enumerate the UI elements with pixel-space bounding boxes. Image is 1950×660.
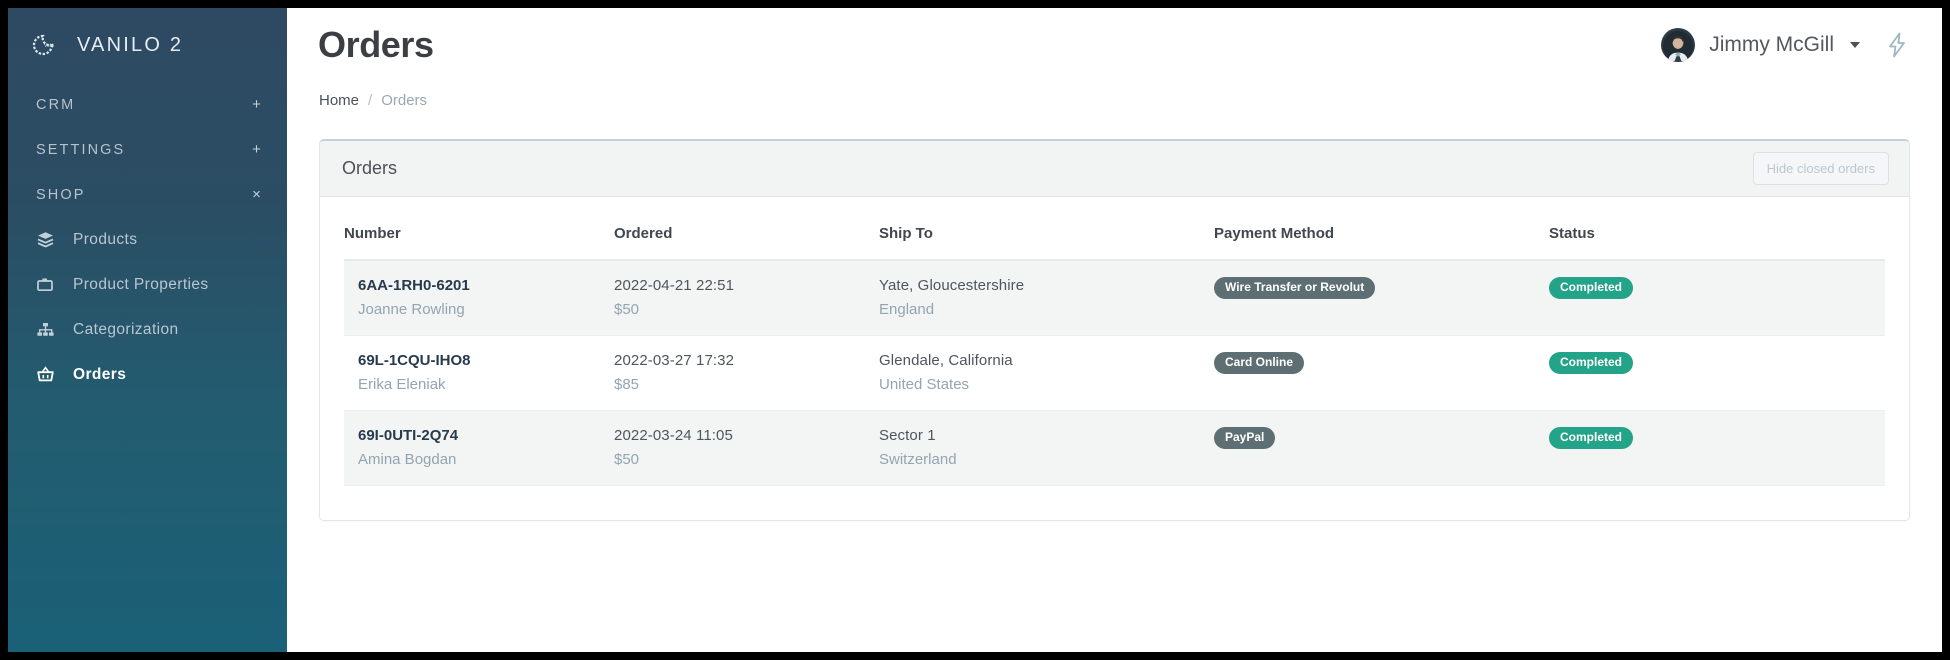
- sidebar-item-products[interactable]: Products: [8, 217, 287, 262]
- tag-folder-icon: [36, 275, 55, 294]
- status-badge: Completed: [1549, 427, 1634, 449]
- user-area: Jimmy McGill: [1661, 28, 1908, 62]
- ship-city: Sector 1: [879, 427, 936, 444]
- sidebar-group-crm[interactable]: CRM +: [8, 82, 287, 127]
- cell-payment-method: Card Online: [1214, 336, 1549, 411]
- orders-card-header: Orders Hide closed orders: [320, 141, 1909, 197]
- table-header-row: Number Ordered Ship To Payment Method St…: [344, 215, 1885, 261]
- sidebar-item-label: Categorization: [73, 320, 179, 338]
- sidebar-item-label: Orders: [73, 365, 127, 383]
- order-customer: Erika Eleniak: [358, 376, 446, 393]
- avatar: [1661, 28, 1696, 62]
- cell-number: 69L-1CQU-IHO8 Erika Eleniak: [344, 336, 614, 411]
- breadcrumb-separator: /: [368, 91, 373, 109]
- ship-country: United States: [879, 376, 970, 393]
- card-title: Orders: [342, 158, 398, 178]
- sidebar-item-label: Product Properties: [73, 275, 209, 293]
- order-amount: $50: [614, 301, 640, 318]
- orders-card: Orders Hide closed orders Number Ordered…: [319, 139, 1910, 521]
- payment-method-badge: Card Online: [1214, 352, 1305, 374]
- column-header-ordered[interactable]: Ordered: [614, 215, 879, 261]
- table-row[interactable]: 69L-1CQU-IHO8 Erika Eleniak 2022-03-27 1…: [344, 336, 1885, 411]
- sidebar-group-label: SHOP: [36, 186, 86, 203]
- plus-icon[interactable]: +: [252, 97, 263, 112]
- order-customer: Joanne Rowling: [358, 301, 465, 318]
- orders-table-head: Number Ordered Ship To Payment Method St…: [344, 215, 1885, 261]
- order-customer: Amina Bogdan: [358, 451, 457, 468]
- brand[interactable]: Veto VANILO 2: [8, 8, 287, 82]
- orders-table: Number Ordered Ship To Payment Method St…: [344, 215, 1885, 486]
- order-number-link[interactable]: 6AA-1RH0-6201: [358, 277, 614, 294]
- basket-icon: [36, 365, 55, 384]
- user-menu[interactable]: Jimmy McGill: [1661, 28, 1860, 62]
- sidebar-group-label: SETTINGS: [36, 141, 126, 158]
- page-title: Orders: [318, 24, 434, 65]
- status-badge: Completed: [1549, 277, 1634, 299]
- order-number-link[interactable]: 69I-0UTI-2Q74: [358, 427, 614, 444]
- cell-ordered: 2022-03-24 11:05 $50: [614, 411, 879, 486]
- sidebar-item-product-properties[interactable]: Product Properties: [8, 262, 287, 307]
- ship-country: Switzerland: [879, 451, 957, 468]
- sidebar: Veto VANILO 2 CRM + SETTINGS + SHOP × Pr…: [8, 8, 287, 652]
- cell-status: Completed: [1549, 411, 1885, 486]
- brand-name: VANILO 2: [77, 33, 184, 56]
- table-row[interactable]: 6AA-1RH0-6201 Joanne Rowling 2022-04-21 …: [344, 260, 1885, 336]
- sitemap-icon: [36, 320, 55, 339]
- user-avatar: [1663, 30, 1694, 61]
- order-date: 2022-04-21 22:51: [614, 277, 735, 294]
- moon-logo-icon: Veto: [30, 30, 60, 60]
- app-window: Veto VANILO 2 CRM + SETTINGS + SHOP × Pr…: [8, 8, 1942, 652]
- orders-table-body: 6AA-1RH0-6201 Joanne Rowling 2022-04-21 …: [344, 260, 1885, 486]
- hide-closed-orders-button[interactable]: Hide closed orders: [1752, 152, 1889, 185]
- ship-country: England: [879, 301, 935, 318]
- cell-ordered: 2022-04-21 22:51 $50: [614, 260, 879, 336]
- breadcrumb: Home / Orders: [287, 82, 1942, 118]
- cell-number: 6AA-1RH0-6201 Joanne Rowling: [344, 260, 614, 336]
- breadcrumb-current: Orders: [381, 91, 428, 109]
- sidebar-group-shop[interactable]: SHOP ×: [8, 172, 287, 217]
- ship-city: Glendale, California: [879, 352, 1013, 369]
- status-badge: Completed: [1549, 352, 1634, 374]
- order-amount: $50: [614, 451, 640, 468]
- orders-card-body: Number Ordered Ship To Payment Method St…: [320, 197, 1909, 520]
- svg-text:Veto: Veto: [44, 43, 54, 49]
- plus-icon[interactable]: +: [252, 142, 263, 157]
- main-content: Orders Jimmy McGill Home / Orders Orders…: [287, 8, 1942, 652]
- sidebar-group-settings[interactable]: SETTINGS +: [8, 127, 287, 172]
- ship-city: Yate, Gloucestershire: [879, 277, 1025, 294]
- cell-payment-method: Wire Transfer or Revolut: [1214, 260, 1549, 336]
- breadcrumb-home[interactable]: Home: [319, 92, 359, 109]
- lightning-bolt-icon[interactable]: [1886, 32, 1908, 58]
- column-header-payment-method[interactable]: Payment Method: [1214, 215, 1549, 261]
- cell-ship-to: Sector 1 Switzerland: [879, 411, 1214, 486]
- cell-ordered: 2022-03-27 17:32 $85: [614, 336, 879, 411]
- order-amount: $85: [614, 376, 640, 393]
- order-number-link[interactable]: 69L-1CQU-IHO8: [358, 352, 614, 369]
- sidebar-item-orders[interactable]: Orders: [8, 352, 287, 397]
- cell-payment-method: PayPal: [1214, 411, 1549, 486]
- order-date: 2022-03-27 17:32: [614, 352, 735, 369]
- payment-method-badge: Wire Transfer or Revolut: [1214, 277, 1376, 299]
- cell-status: Completed: [1549, 336, 1885, 411]
- column-header-ship-to[interactable]: Ship To: [879, 215, 1214, 261]
- cell-status: Completed: [1549, 260, 1885, 336]
- cell-ship-to: Yate, Gloucestershire England: [879, 260, 1214, 336]
- column-header-number[interactable]: Number: [344, 215, 614, 261]
- sidebar-item-categorization[interactable]: Categorization: [8, 307, 287, 352]
- column-header-status[interactable]: Status: [1549, 215, 1885, 261]
- sidebar-item-label: Products: [73, 230, 138, 248]
- layers-icon: [36, 230, 55, 249]
- order-date: 2022-03-24 11:05: [614, 427, 733, 444]
- topbar: Orders Jimmy McGill: [287, 8, 1942, 82]
- table-row[interactable]: 69I-0UTI-2Q74 Amina Bogdan 2022-03-24 11…: [344, 410, 1885, 486]
- sidebar-group-label: CRM: [36, 96, 76, 113]
- chevron-down-icon[interactable]: [1850, 42, 1860, 48]
- close-icon[interactable]: ×: [252, 187, 263, 202]
- cell-number: 69I-0UTI-2Q74 Amina Bogdan: [344, 411, 614, 486]
- payment-method-badge: PayPal: [1214, 427, 1276, 449]
- user-name: Jimmy McGill: [1709, 33, 1834, 56]
- cell-ship-to: Glendale, California United States: [879, 336, 1214, 411]
